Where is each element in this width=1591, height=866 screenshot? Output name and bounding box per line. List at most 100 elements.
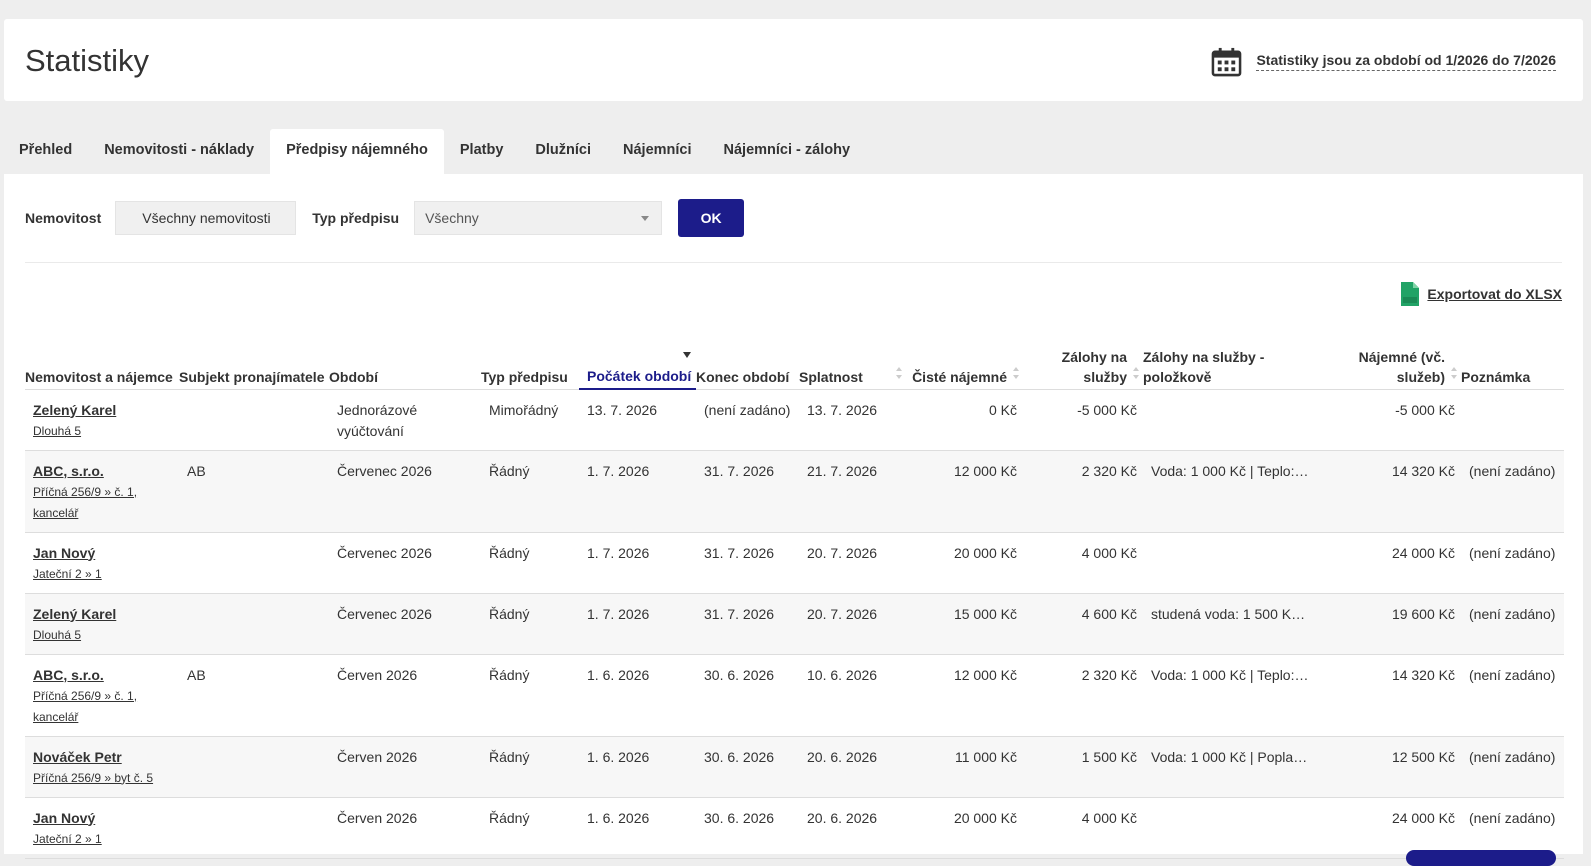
col-header-due[interactable]: Splatnost bbox=[799, 331, 906, 390]
sort-icon bbox=[1013, 366, 1019, 379]
net-rent-cell: 11 000 Kč bbox=[906, 736, 1023, 798]
chevron-down-icon bbox=[641, 215, 650, 221]
table-row[interactable]: Zelený Karel Dlouhá 5 Jednorázové vyúčtová… bbox=[25, 389, 1564, 451]
deposits-cell: -5 000 Kč bbox=[1023, 389, 1143, 451]
deposits-cell: 2 320 Kč bbox=[1023, 450, 1143, 533]
period-cell: Jednorázové vyúčtování bbox=[329, 389, 481, 451]
col-header-start[interactable]: Počátek období bbox=[579, 331, 696, 390]
table-row[interactable]: Nováček Petr Příčná 256/9 » byt č. 5 Červe… bbox=[25, 736, 1564, 798]
type-filter-select[interactable]: Všechny bbox=[414, 201, 663, 235]
tab-payments[interactable]: Platby bbox=[444, 129, 520, 175]
tenant-name-link[interactable]: ABC, s.r.o. bbox=[33, 665, 171, 686]
table-row[interactable]: Zelený Karel Dlouhá 5 Červenec 2026 Řádný 1.… bbox=[25, 593, 1564, 655]
period-cell: Červenec 2026 bbox=[329, 532, 481, 594]
rent-total-cell: -5 000 Kč bbox=[1318, 389, 1461, 451]
calendar-icon[interactable] bbox=[1211, 46, 1242, 77]
tab-tenant-deposits[interactable]: Nájemníci - zálohy bbox=[708, 129, 867, 175]
landlord-cell bbox=[179, 532, 329, 594]
table-row[interactable]: ABC, s.r.o. Příčná 256/9 » č. 1, kancelář… bbox=[25, 450, 1564, 533]
xlsx-file-icon[interactable] bbox=[1401, 282, 1420, 306]
col-header-tenant[interactable]: Nemovitost a nájemce bbox=[25, 331, 179, 390]
deposits-items-cell: studená voda: 1 500 Kč | teplo: 3 100 Kč bbox=[1143, 593, 1318, 655]
table-row[interactable]: ABC, s.r.o. Příčná 256/9 » č. 1, kancelář… bbox=[25, 654, 1564, 737]
type-cell: Řádný bbox=[481, 736, 579, 798]
tab-property-costs[interactable]: Nemovitosti - náklady bbox=[88, 129, 270, 175]
end-date-cell: 31. 7. 2026 bbox=[696, 593, 799, 655]
header-card: Statistiky Statistiky jsou za období od … bbox=[4, 19, 1583, 101]
col-header-start-label: Počátek období bbox=[587, 368, 692, 384]
deposits-cell: 4 000 Kč bbox=[1023, 532, 1143, 594]
tenant-name-link[interactable]: ABC, s.r.o. bbox=[33, 461, 171, 482]
type-cell: Řádný bbox=[481, 532, 579, 594]
rent-total-cell: 24 000 Kč bbox=[1318, 532, 1461, 594]
col-header-type[interactable]: Typ předpisu bbox=[481, 331, 579, 390]
deposits-cell: 1 500 Kč bbox=[1023, 736, 1143, 798]
property-address-link[interactable]: Dlouhá 5 bbox=[33, 625, 171, 646]
table-row[interactable]: Jan Nový Jateční 2 » 1 Červenec 2026 Řádný 1… bbox=[25, 532, 1564, 594]
tenant-cell: ABC, s.r.o. Příčná 256/9 » č. 1, kancelář bbox=[25, 450, 179, 533]
table-row[interactable]: Jan Nový Jateční 2 » 1 Červen 2026 Řádný 1. … bbox=[25, 797, 1564, 859]
tenant-cell: Nováček Petr Příčná 256/9 » byt č. 5 bbox=[25, 736, 179, 798]
period-cell: Červenec 2026 bbox=[329, 593, 481, 655]
note-cell: (není zadáno) bbox=[1461, 532, 1564, 594]
property-address-link[interactable]: Dlouhá 5 bbox=[33, 421, 171, 442]
type-cell: Mimořádný bbox=[481, 389, 579, 451]
col-header-end[interactable]: Konec období bbox=[696, 331, 799, 390]
landlord-cell: AB bbox=[179, 450, 329, 533]
tenant-cell: ABC, s.r.o. Příčná 256/9 » č. 1, kancelář bbox=[25, 654, 179, 737]
tenant-name-link[interactable]: Jan Nový bbox=[33, 808, 171, 829]
col-header-deposits[interactable]: Zálohy na služby bbox=[1023, 331, 1143, 390]
start-date-cell: 1. 7. 2026 bbox=[579, 532, 696, 594]
tenant-name-link[interactable]: Zelený Karel bbox=[33, 400, 171, 421]
tenant-name-link[interactable]: Jan Nový bbox=[33, 543, 171, 564]
divider bbox=[25, 262, 1562, 263]
net-rent-cell: 12 000 Kč bbox=[906, 654, 1023, 737]
property-address-link[interactable]: Jateční 2 » 1 bbox=[33, 564, 171, 585]
net-rent-cell: 20 000 Kč bbox=[906, 532, 1023, 594]
floating-action-button[interactable] bbox=[1406, 850, 1556, 866]
rent-total-cell: 14 320 Kč bbox=[1318, 450, 1461, 533]
landlord-cell bbox=[179, 797, 329, 859]
deposits-items-cell: Voda: 1 000 Kč | Teplo: 1 320 Kč bbox=[1143, 654, 1318, 737]
col-header-net-rent[interactable]: Čisté nájemné bbox=[906, 331, 1023, 390]
filter-bar: Nemovitost Typ předpisu Všechny OK bbox=[25, 199, 745, 237]
tenant-name-link[interactable]: Nováček Petr bbox=[33, 747, 171, 768]
col-header-rent-total[interactable]: Nájemné (vč. služeb) bbox=[1318, 331, 1461, 390]
tab-rent-prescriptions[interactable]: Předpisy nájemného bbox=[270, 129, 444, 175]
net-rent-cell: 0 Kč bbox=[906, 389, 1023, 451]
end-date-cell: 31. 7. 2026 bbox=[696, 450, 799, 533]
due-date-cell: 20. 7. 2026 bbox=[799, 593, 906, 655]
col-header-note[interactable]: Poznámka bbox=[1461, 331, 1564, 390]
end-date-cell: 30. 6. 2026 bbox=[696, 654, 799, 737]
note-cell: (není zadáno) bbox=[1461, 797, 1564, 859]
end-date-cell: 31. 7. 2026 bbox=[696, 532, 799, 594]
rent-total-cell: 12 500 Kč bbox=[1318, 736, 1461, 798]
rent-total-cell: 24 000 Kč bbox=[1318, 797, 1461, 859]
property-address-link[interactable]: Příčná 256/9 » č. 1, kancelář bbox=[33, 482, 171, 524]
period-cell: Červenec 2026 bbox=[329, 450, 481, 533]
property-filter-input[interactable] bbox=[115, 201, 297, 235]
deposits-items-cell bbox=[1143, 389, 1318, 451]
col-header-rent-total-label: Nájemné (vč. služeb) bbox=[1358, 348, 1445, 385]
start-date-cell: 1. 6. 2026 bbox=[579, 736, 696, 798]
end-date-cell: 30. 6. 2026 bbox=[696, 797, 799, 859]
period-selector[interactable]: Statistiky jsou za období od 1/2026 do 7… bbox=[1211, 43, 1556, 79]
tab-tenants[interactable]: Nájemníci bbox=[607, 129, 708, 175]
type-cell: Řádný bbox=[481, 450, 579, 533]
note-cell: (není zadáno) bbox=[1461, 654, 1564, 737]
tenant-name-link[interactable]: Zelený Karel bbox=[33, 604, 171, 625]
period-link[interactable]: Statistiky jsou za období od 1/2026 do 7… bbox=[1256, 52, 1556, 71]
tab-overview[interactable]: Přehled bbox=[4, 129, 88, 175]
col-header-period[interactable]: Období bbox=[329, 331, 481, 390]
export-xlsx[interactable]: Exportovat do XLSX bbox=[1401, 282, 1562, 306]
property-address-link[interactable]: Příčná 256/9 » byt č. 5 bbox=[33, 768, 171, 789]
period-cell: Červen 2026 bbox=[329, 797, 481, 859]
export-xlsx-link[interactable]: Exportovat do XLSX bbox=[1427, 286, 1562, 302]
start-date-cell: 1. 7. 2026 bbox=[579, 450, 696, 533]
tab-debtors[interactable]: Dlužníci bbox=[519, 129, 607, 175]
property-address-link[interactable]: Příčná 256/9 » č. 1, kancelář bbox=[33, 686, 171, 728]
property-address-link[interactable]: Jateční 2 » 1 bbox=[33, 829, 171, 850]
ok-button[interactable]: OK bbox=[678, 199, 745, 237]
col-header-deposits-items[interactable]: Zálohy na služby - položkově bbox=[1143, 331, 1318, 390]
col-header-landlord[interactable]: Subjekt pronajímatele bbox=[179, 331, 329, 390]
